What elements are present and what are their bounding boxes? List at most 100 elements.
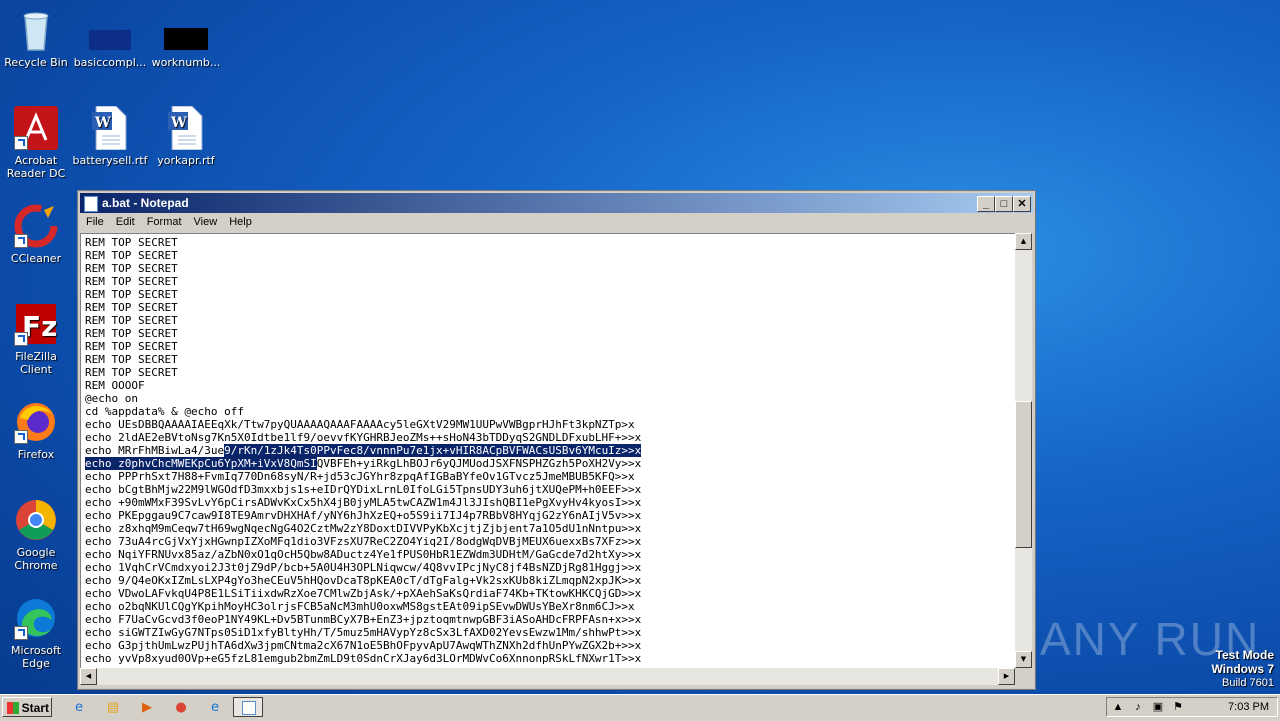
desktop-icon-label: Microsoft Edge	[10, 644, 62, 670]
resize-grip[interactable]	[1015, 668, 1032, 685]
taskbar: Start e ▤ ▶ ● e ▲ ♪ ▣ ⚑ 7:03 PM	[0, 694, 1280, 721]
line-text: echo PPPrhSxt7H88+FvmIq770Dn68syN/R+jd53…	[85, 470, 635, 483]
line-text: REM TOP SECRET	[85, 262, 178, 275]
editor-line: REM TOP SECRET	[85, 236, 178, 249]
editor-line: echo 9/Q4eOKxIZmLsLXP4gYo3heCEuV5hHQovDc…	[85, 574, 641, 587]
edge-taskbar-icon[interactable]: e	[206, 699, 224, 717]
scroll-up-icon[interactable]: ▲	[1015, 233, 1032, 250]
menu-help[interactable]: Help	[223, 214, 258, 230]
desktop-icon-recycle-bin[interactable]: Recycle Bin	[0, 8, 74, 69]
ie-icon[interactable]: e	[70, 699, 88, 717]
menu-view[interactable]: View	[188, 214, 224, 230]
scroll-right-icon[interactable]: ▶	[998, 668, 1015, 685]
menu-file[interactable]: File	[80, 214, 110, 230]
editor-line: echo UEsDBBQAAAAIAEEqXk/Ttw7pyQUAAAAQAAA…	[85, 418, 635, 431]
close-button[interactable]: ✕	[1013, 196, 1031, 212]
desktop-icon-label: Acrobat Reader DC	[6, 154, 66, 180]
start-button[interactable]: Start	[2, 697, 52, 717]
desktop-icon-edge[interactable]: Microsoft Edge	[0, 596, 74, 670]
action-center-flag-icon[interactable]: ⚑	[1171, 700, 1185, 714]
line-text: echo 1VqhCrVCmdxyoi2J3t0jZ9dP/bcb+5A0U4H…	[85, 561, 642, 574]
ccleaner-icon	[14, 204, 58, 248]
notepad-taskbar-button[interactable]	[233, 697, 263, 717]
editor-line: REM OOOOF	[85, 379, 145, 392]
scroll-left-icon[interactable]: ◀	[80, 668, 97, 685]
vertical-scroll-thumb[interactable]	[1015, 401, 1032, 548]
test-mode-line2: Windows 7	[1211, 662, 1274, 676]
desktop-icon-label: basiccompl...	[73, 56, 147, 69]
line-text: REM TOP SECRET	[85, 340, 178, 353]
desktop-icon-batterysell[interactable]: W batterysell.rtf	[72, 105, 148, 167]
desktop-icon-acrobat[interactable]: Acrobat Reader DC	[0, 106, 74, 180]
editor-line: echo z8xhqM9mCeqw7tH69wgNqecNgG4O2CztMw2…	[85, 522, 641, 535]
editor-line: echo yvVp8xyud0OVp+eG5fzL81emgub2bmZmLD9…	[85, 652, 641, 665]
editor-line: REM TOP SECRET	[85, 353, 178, 366]
editor-line: echo 1VqhCrVCmdxyoi2J3t0jZ9dP/bcb+5A0U4H…	[85, 561, 641, 574]
vertical-scrollbar[interactable]: ▲ ▼	[1015, 233, 1032, 668]
filezilla-icon: Fz	[14, 302, 58, 346]
tray-expand-icon[interactable]: ▲	[1111, 700, 1125, 714]
scroll-down-icon[interactable]: ▼	[1015, 651, 1032, 668]
minimize-button[interactable]: _	[977, 196, 995, 212]
editor-line: echo o2bqNKUlCQgYKpihMoyHC3olrjsFCB5aNcM…	[85, 600, 635, 613]
desktop-icon-worknumb[interactable]: worknumb...	[148, 8, 224, 69]
test-mode-line3: Build 7601	[1222, 677, 1274, 689]
desktop-icon-firefox[interactable]: Firefox	[0, 400, 74, 461]
desktop-icon-filezilla[interactable]: Fz FileZilla Client	[0, 302, 74, 376]
editor-line: echo 2ldAE2eBVtoNsg7Kn5X0Idtbe1lf9/oevvf…	[85, 431, 641, 444]
editor-line: echo MRrFhMBiwLa4/3ue9/rKn/1zJk4Ts0PPvFe…	[85, 444, 642, 457]
desktop-icon-label: CCleaner	[10, 252, 62, 265]
explorer-icon[interactable]: ▤	[104, 699, 122, 717]
network-icon[interactable]: ▣	[1151, 700, 1165, 714]
line-text: REM TOP SECRET	[85, 314, 178, 327]
desktop-icon-label: yorkapr.rtf	[157, 154, 215, 167]
start-label: Start	[21, 701, 49, 715]
line-text: QVBFEh+yiRkgLhBOJr6yQJMUodJSXFNSPHZGzh5P…	[316, 457, 642, 470]
desktop-icon-yorkapr[interactable]: W yorkapr.rtf	[148, 105, 224, 167]
editor-line: REM TOP SECRET	[85, 288, 178, 301]
desktop-icon-label: FileZilla Client	[15, 350, 57, 376]
maximize-button[interactable]: □	[995, 196, 1013, 212]
clock[interactable]: 7:03 PM	[1228, 701, 1269, 713]
menu-format[interactable]: Format	[141, 214, 188, 230]
line-text: @echo on	[85, 392, 138, 405]
shortcut-arrow-icon	[14, 430, 28, 444]
desktop-icon-ccleaner[interactable]: CCleaner	[0, 204, 74, 265]
svg-text:W: W	[170, 115, 187, 131]
text-editor[interactable]: REM TOP SECRET REM TOP SECRET REM TOP SE…	[80, 233, 1015, 669]
line-text: cd %appdata% & @echo off	[85, 405, 244, 418]
editor-line: REM TOP SECRET	[85, 314, 178, 327]
notepad-window[interactable]: a.bat - Notepad _ □ ✕ File Edit Format View…	[77, 190, 1036, 690]
editor-line: REM TOP SECRET	[85, 327, 178, 340]
chrome-taskbar-icon[interactable]: ●	[172, 699, 190, 717]
line-text: echo MRrFhMBiwLa4/3ue	[85, 444, 225, 457]
desktop-icon-basiccompl[interactable]: basiccompl...	[72, 8, 148, 69]
windows-logo-icon	[7, 702, 19, 714]
desktop-icon-chrome[interactable]: Google Chrome	[0, 498, 74, 572]
line-text: echo 73uA4rcGjVxYjxHGwnpIZXoMFq1dio3VFzs…	[85, 535, 642, 548]
line-text: REM TOP SECRET	[85, 327, 178, 340]
desktop-icon-label: Recycle Bin	[4, 56, 68, 69]
line-text: REM TOP SECRET	[85, 236, 178, 249]
media-player-icon[interactable]: ▶	[138, 699, 156, 717]
desktop-icon-label: Google Chrome	[14, 546, 58, 572]
horizontal-scrollbar[interactable]: ◀ ▶	[80, 668, 1015, 685]
editor-line: cd %appdata% & @echo off	[85, 405, 244, 418]
menu-bar: File Edit Format View Help	[80, 214, 1033, 232]
recycle-bin-icon	[14, 8, 58, 52]
window-title: a.bat - Notepad	[102, 196, 189, 210]
line-text: echo +90mWMxF39SvLvY6pCirsADWvKxCx5hX4jB…	[85, 496, 642, 509]
line-text: REM TOP SECRET	[85, 353, 178, 366]
desktop-icon-label: Firefox	[17, 448, 55, 461]
line-text: echo F7UaCvGcvd3f0eoP1NY49KL+Dv5BTunmBCy…	[85, 613, 642, 626]
firefox-icon	[14, 400, 58, 444]
window-titlebar[interactable]: a.bat - Notepad _ □ ✕	[80, 193, 1033, 213]
editor-line: echo G3pjthUmLwzPUjhTA6dXw3jpmCNtma2cX67…	[85, 639, 641, 652]
line-text: echo yvVp8xyud0OVp+eG5fzL81emgub2bmZmLD9…	[85, 652, 642, 665]
editor-line: echo PPPrhSxt7H88+FvmIq770Dn68syN/R+jd53…	[85, 470, 635, 483]
svg-text:W: W	[94, 115, 111, 131]
speaker-icon[interactable]: ♪	[1131, 700, 1145, 714]
system-tray: ▲ ♪ ▣ ⚑ 7:03 PM	[1106, 697, 1278, 717]
menu-edit[interactable]: Edit	[110, 214, 141, 230]
word-document-icon: W	[164, 105, 208, 151]
